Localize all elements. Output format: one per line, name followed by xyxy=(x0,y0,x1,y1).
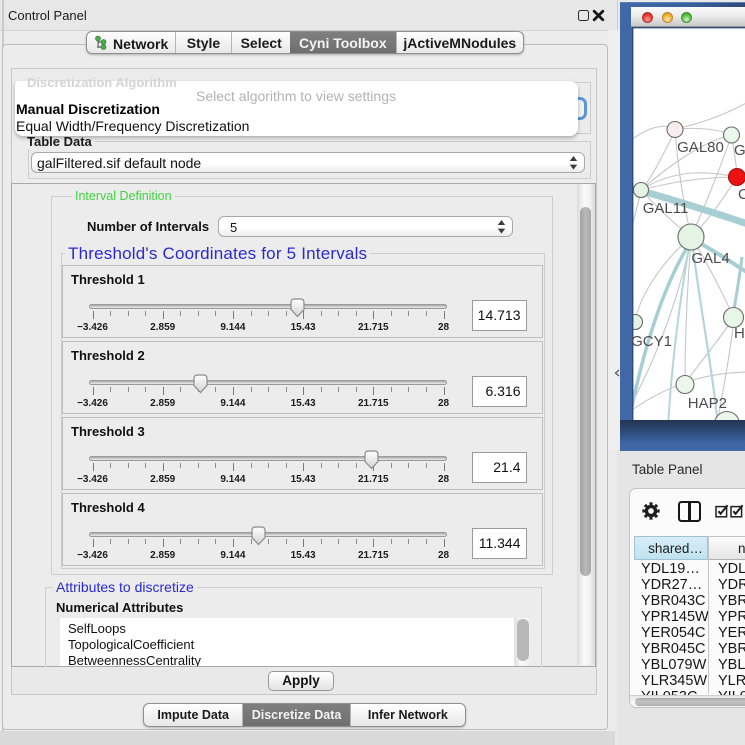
svg-text:C: C xyxy=(738,186,745,203)
svg-text:H: H xyxy=(734,325,745,342)
svg-text:GCY1: GCY1 xyxy=(632,333,672,350)
svg-text:HAP2: HAP2 xyxy=(688,395,727,412)
svg-text:GAL11: GAL11 xyxy=(643,200,689,217)
svg-text:GAL80: GAL80 xyxy=(677,139,724,156)
svg-text:GAL4: GAL4 xyxy=(691,250,729,267)
svg-text:GAL80: GAL80 xyxy=(734,142,745,159)
